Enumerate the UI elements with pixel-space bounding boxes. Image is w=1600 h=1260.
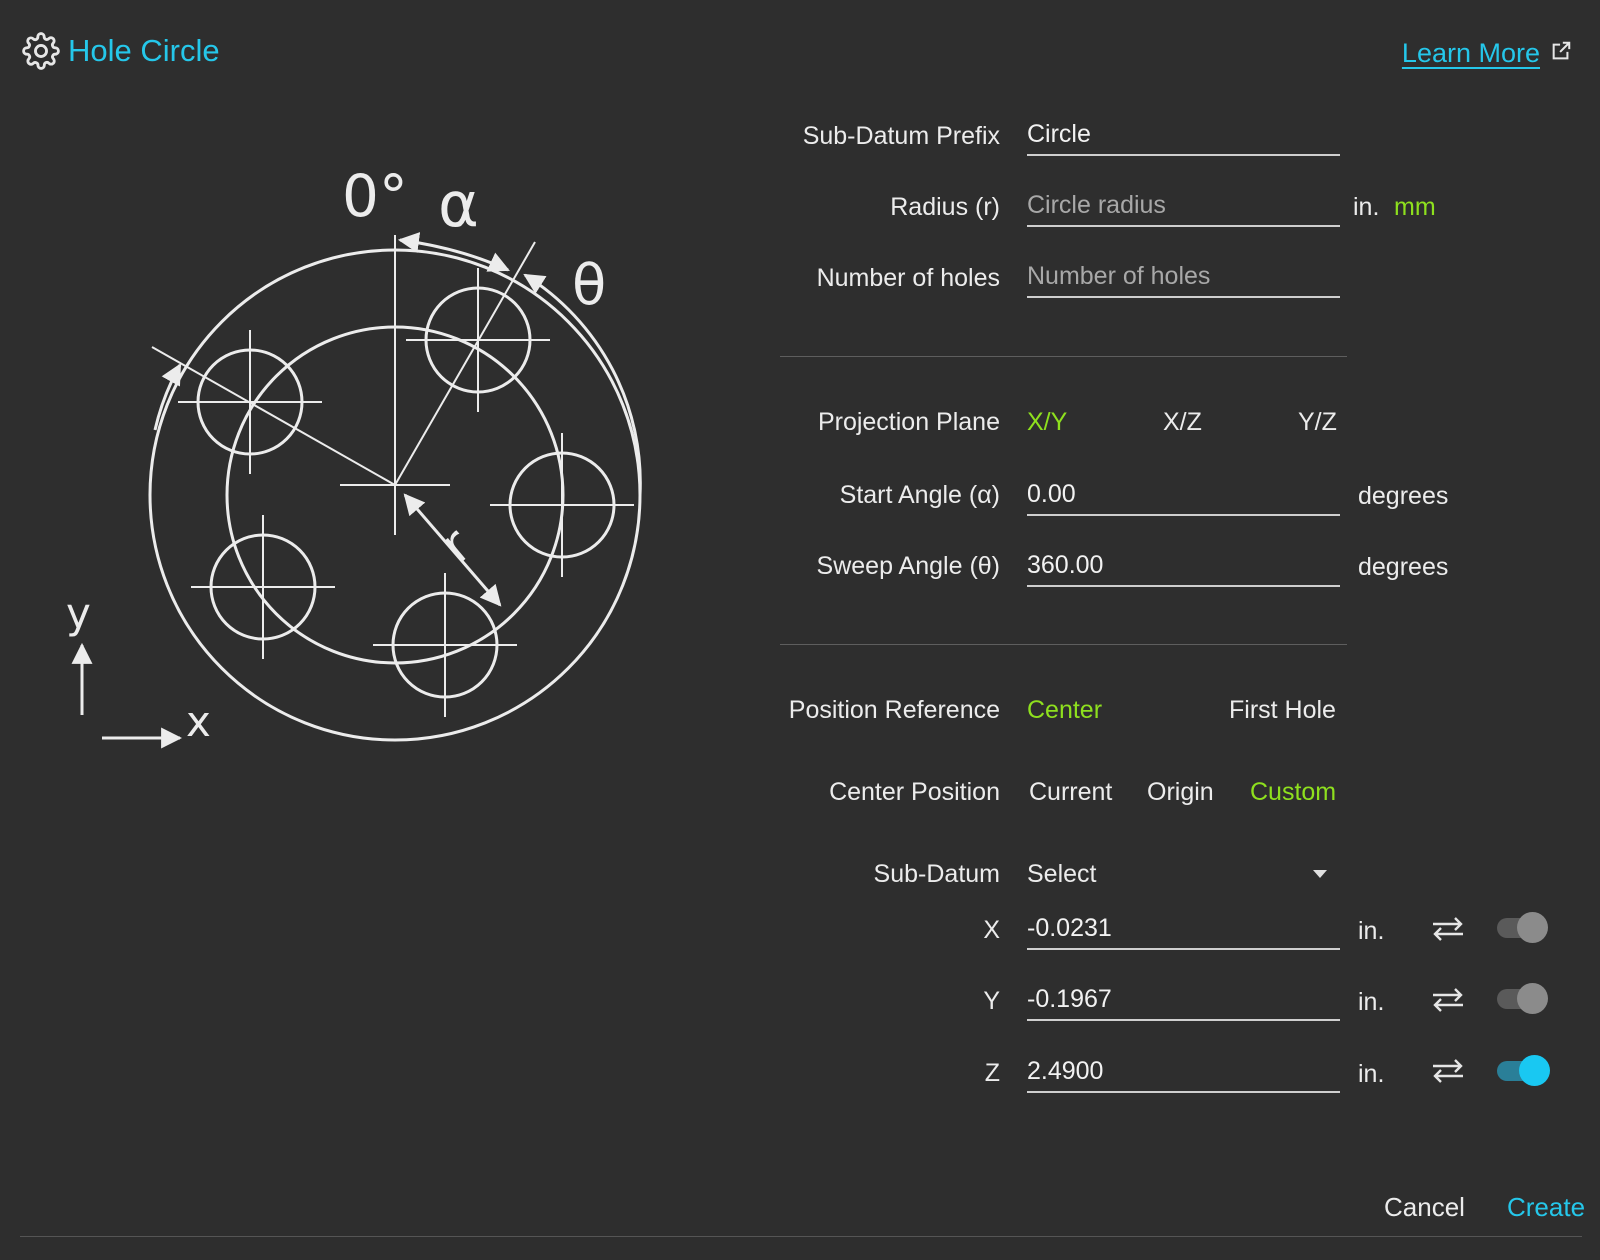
coord-x-label: X	[983, 916, 1000, 944]
center-option-current[interactable]: Current	[1029, 776, 1112, 808]
learn-more-link[interactable]: Learn More	[1402, 36, 1540, 70]
projection-option-yz[interactable]: Y/Z	[1298, 406, 1337, 438]
coord-y-toggle[interactable]	[1497, 983, 1548, 1014]
swap-arrows-icon[interactable]	[1431, 916, 1465, 942]
center-option-origin[interactable]: Origin	[1147, 776, 1214, 808]
coord-x-toggle[interactable]	[1497, 912, 1548, 943]
holes-field[interactable]	[1027, 258, 1340, 298]
sweep-angle-input[interactable]	[1027, 547, 1340, 583]
hole-circle-diagram: 0° α θ r y x	[66, 162, 642, 749]
coord-z-field[interactable]	[1027, 1053, 1340, 1093]
sub-datum-prefix-input[interactable]	[1027, 116, 1340, 152]
coord-x-field[interactable]	[1027, 910, 1340, 950]
coord-y-unit: in.	[1358, 988, 1385, 1016]
coord-z-label: Z	[984, 1059, 1000, 1087]
divider	[780, 644, 1347, 645]
y-axis-label: y	[66, 589, 91, 638]
coord-x-input[interactable]	[1027, 910, 1340, 946]
radius-unit-in[interactable]: in.	[1353, 191, 1379, 223]
cancel-button[interactable]: Cancel	[1384, 1190, 1465, 1224]
radius-field[interactable]	[1027, 187, 1340, 227]
external-link-icon[interactable]	[1550, 40, 1572, 62]
sweep-angle-label: Sweep Angle (θ)	[816, 552, 1000, 580]
hole-4	[191, 515, 335, 659]
sub-datum-prefix-label: Sub-Datum Prefix	[802, 122, 1000, 150]
divider	[780, 356, 1347, 357]
zero-degree-label: 0°	[342, 162, 408, 230]
hole-2	[178, 330, 322, 474]
radius-label: Radius (r)	[890, 193, 1000, 221]
coord-y-input[interactable]	[1027, 981, 1340, 1017]
r-label: r	[429, 516, 482, 574]
radius-unit-mm[interactable]: mm	[1394, 191, 1436, 223]
start-angle-label: Start Angle (α)	[839, 481, 1000, 509]
hole-3	[490, 433, 634, 577]
center-option-custom[interactable]: Custom	[1250, 776, 1336, 808]
projection-option-xy[interactable]: X/Y	[1027, 406, 1067, 438]
holes-input[interactable]	[1027, 258, 1340, 294]
coord-z-unit: in.	[1358, 1060, 1385, 1088]
coord-x-unit: in.	[1358, 917, 1385, 945]
coord-y-field[interactable]	[1027, 981, 1340, 1021]
sub-datum-label: Sub-Datum	[873, 860, 1000, 888]
swap-arrows-icon[interactable]	[1431, 987, 1465, 1013]
position-option-center[interactable]: Center	[1027, 694, 1102, 726]
toggle-knob	[1517, 912, 1548, 943]
radius-input[interactable]	[1027, 187, 1340, 223]
create-button[interactable]: Create	[1507, 1190, 1585, 1224]
sweep-angle-field[interactable]	[1027, 547, 1340, 587]
center-position-label: Center Position	[829, 778, 1000, 806]
x-axis-label: x	[186, 697, 211, 746]
sub-datum-selected: Select	[1027, 860, 1097, 888]
coord-y-label: Y	[983, 987, 1000, 1015]
hole-5	[373, 573, 517, 717]
dialog-title: Hole Circle	[68, 33, 220, 68]
toggle-knob	[1519, 1055, 1550, 1086]
holes-label: Number of holes	[816, 264, 1000, 292]
coord-z-toggle[interactable]	[1497, 1055, 1550, 1086]
theta-label: θ	[572, 253, 606, 318]
sub-datum-select[interactable]: Select	[1027, 856, 1327, 892]
coord-z-input[interactable]	[1027, 1053, 1340, 1089]
projection-option-xz[interactable]: X/Z	[1163, 406, 1202, 438]
gear-icon	[22, 32, 60, 70]
footer-divider	[20, 1236, 1582, 1237]
projection-plane-label: Projection Plane	[817, 408, 1000, 436]
swap-arrows-icon[interactable]	[1431, 1058, 1465, 1084]
start-angle-field[interactable]	[1027, 476, 1340, 516]
sweep-angle-unit: degrees	[1358, 553, 1449, 581]
alpha-label: α	[438, 168, 479, 241]
chevron-down-icon	[1313, 870, 1327, 878]
position-option-first-hole[interactable]: First Hole	[1229, 694, 1336, 726]
position-reference-label: Position Reference	[788, 696, 1000, 724]
toggle-knob	[1517, 983, 1548, 1014]
sub-datum-prefix-field[interactable]	[1027, 116, 1340, 156]
start-angle-input[interactable]	[1027, 476, 1340, 512]
start-angle-unit: degrees	[1358, 482, 1449, 510]
